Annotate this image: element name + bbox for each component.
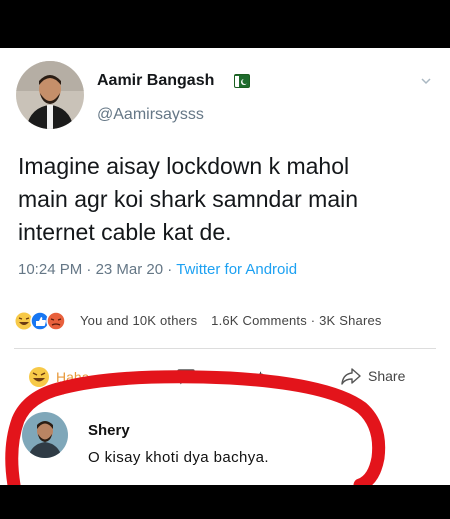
tweet-line: main agr koi shark samndar main <box>18 186 359 212</box>
share-label: Share <box>368 368 406 384</box>
divider <box>14 348 436 349</box>
screenshot-card: Aamir Bangash @Aamirsaysss Imagine aisay… <box>0 48 450 485</box>
haha-label: Haha <box>56 369 90 385</box>
reaction-summary[interactable]: You and 10K others 1.6K Comments · 3K Sh… <box>80 313 382 328</box>
comment-text: O kisay khoti dya bachya. <box>88 449 269 466</box>
comment-label: Comment <box>202 368 263 384</box>
tweet-line: Imagine aisay lockdown k mahol <box>18 153 350 179</box>
tweet-line: internet cable kat de. <box>18 219 232 245</box>
meta-separator: · <box>86 261 96 278</box>
author-avatar[interactable] <box>16 61 84 129</box>
reactions-count-text: You and 10K others <box>80 313 198 328</box>
haha-button[interactable]: Haha <box>28 366 89 388</box>
comment-icon <box>177 369 195 385</box>
meta-separator: · <box>167 261 177 278</box>
author-handle[interactable]: @Aamirsaysss <box>97 106 204 124</box>
tweet-text: Imagine aisay lockdown k mahol main agr … <box>18 150 438 249</box>
tweet-time: 10:24 PM <box>18 261 83 278</box>
tweet-date: 23 Mar 20 <box>95 261 164 278</box>
share-icon <box>341 368 361 385</box>
comment-author[interactable]: Shery <box>88 422 130 439</box>
comment-share-counts: 1.6K Comments · 3K Shares <box>211 313 382 328</box>
pakistan-flag-icon <box>234 74 250 88</box>
angry-reaction-icon <box>46 311 66 331</box>
tweet-meta: 10:24 PM · 23 Mar 20 · Twitter for Andro… <box>18 261 297 278</box>
share-button[interactable]: Share <box>340 366 405 386</box>
reaction-icons[interactable] <box>14 311 74 331</box>
commenter-avatar[interactable] <box>22 412 68 458</box>
haha-icon <box>29 367 49 387</box>
author-name[interactable]: Aamir Bangash <box>97 72 214 90</box>
tweet-source-link[interactable]: Twitter for Android <box>176 261 297 278</box>
comment-button[interactable]: Comment <box>176 366 263 386</box>
chevron-down-icon[interactable] <box>420 74 432 86</box>
